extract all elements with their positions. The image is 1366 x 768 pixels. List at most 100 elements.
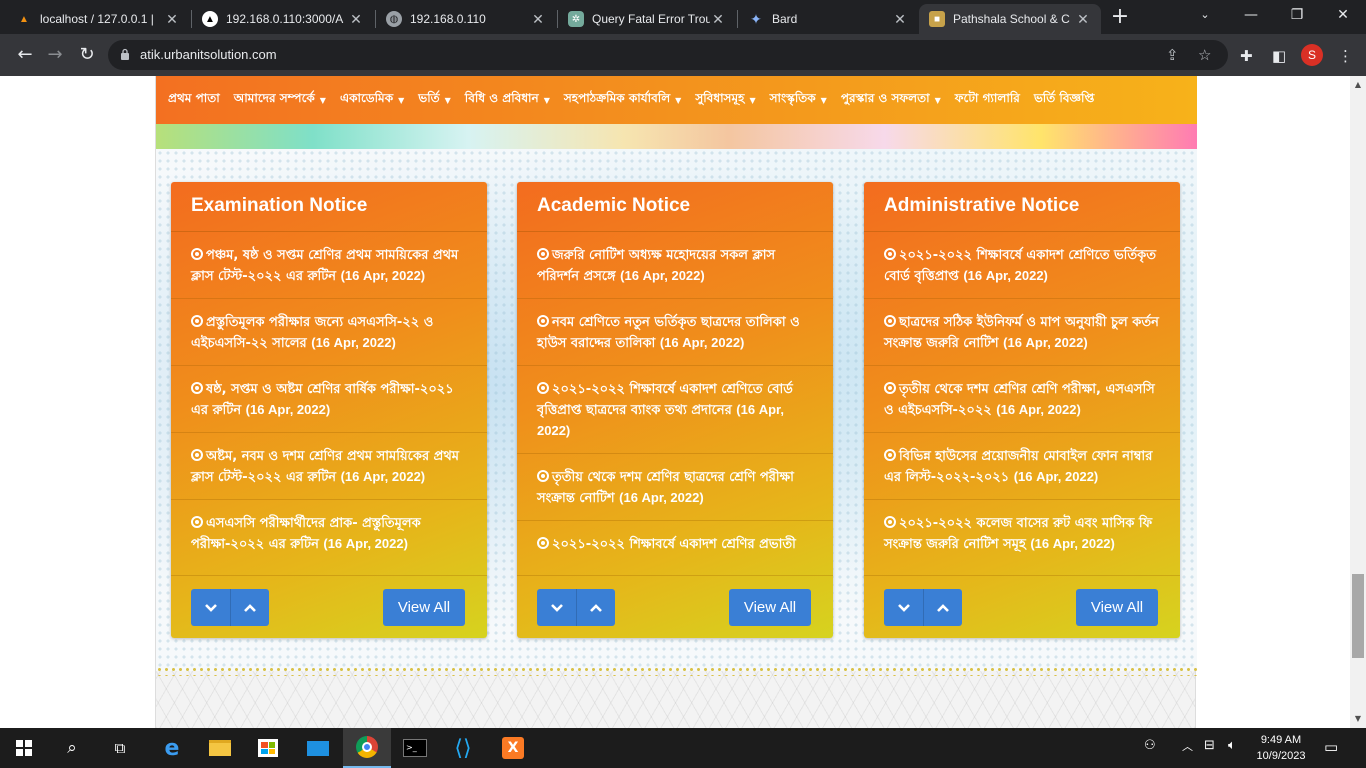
notice-item[interactable]: প্রস্তুতিমূলক পরীক্ষার জন্যে এসএসসি-২২ ও… — [171, 299, 487, 366]
volume-icon[interactable]: 🔈︎ — [1228, 738, 1236, 753]
notice-item[interactable]: ২০২১-২০২২ কলেজ বাসের রুট এবং মাসিক ফি সং… — [864, 500, 1180, 567]
kebab-menu-icon[interactable]: ⋮ — [1338, 47, 1353, 65]
scroll-down-arrow-icon[interactable]: ▼ — [1353, 714, 1363, 724]
tab-close-icon[interactable]: ✕ — [348, 11, 364, 28]
nav-item-admission[interactable]: ভর্তি ▼ — [418, 90, 451, 110]
caret-down-icon: ▼ — [444, 95, 451, 105]
notice-item[interactable]: ২০২১-২০২২ শিক্ষাবর্ষে একাদশ শ্রেণিতে বোর… — [517, 366, 833, 454]
caret-down-icon: ▼ — [319, 95, 326, 105]
close-window-button[interactable]: ✕ — [1320, 0, 1366, 32]
scroll-up-arrow-icon[interactable]: ▲ — [1353, 80, 1363, 90]
nav-item-co-curricular[interactable]: সহপাঠক্রমিক কার্যাবলি ▼ — [564, 90, 681, 110]
nav-item-academic[interactable]: একাডেমিক ▼ — [340, 90, 404, 110]
notice-item[interactable]: ২০২১-২০২২ শিক্ষাবর্ষে একাদশ শ্রেণির প্রভ… — [517, 521, 833, 575]
nav-item-awards[interactable]: পুরস্কার ও সফলতা ▼ — [841, 90, 941, 110]
extensions-puzzle-icon[interactable]: ✚ — [1240, 47, 1253, 65]
chrome-icon[interactable] — [343, 728, 391, 768]
windows-start-icon[interactable] — [0, 728, 48, 768]
nav-item-photo-gallery[interactable]: ফটো গ্যালারি — [955, 90, 1020, 110]
notice-item[interactable]: এসএসসি পরীক্ষার্থীদের প্রাক- প্রস্তুতিমূ… — [171, 500, 487, 567]
view-all-button[interactable]: View All — [1076, 589, 1158, 626]
notification-icon[interactable]: ▭ — [1324, 738, 1338, 756]
notice-item[interactable]: তৃতীয় থেকে দশম শ্রেণির শ্রেণি পরীক্ষা, … — [864, 366, 1180, 433]
share-icon[interactable]: ⇪ — [1166, 46, 1179, 64]
nav-item-facilities[interactable]: সুবিধাসমূহ ▼ — [695, 90, 755, 110]
browser-tab[interactable]: ▲ localhost / 127.0.0.1 | ✕ — [6, 4, 190, 34]
browser-tab[interactable]: ◍ 192.168.0.110 ✕ — [376, 4, 556, 34]
bullet-circle-icon — [537, 537, 549, 549]
openai-icon: ✲ — [568, 11, 584, 27]
mail-icon[interactable] — [294, 728, 342, 768]
tab-close-icon[interactable]: ✕ — [164, 11, 180, 28]
caret-down-icon: ▼ — [398, 95, 405, 105]
xampp-icon[interactable]: X — [489, 728, 537, 768]
bullet-circle-icon — [884, 382, 896, 394]
view-all-button[interactable]: View All — [729, 589, 811, 626]
tab-close-icon[interactable]: ✕ — [530, 11, 546, 28]
notice-item[interactable]: জরুরি নোটিশ অধ্যক্ষ মহোদয়ের সকল ক্লাস প… — [517, 232, 833, 299]
notice-item[interactable]: পঞ্চম, ষষ্ঠ ও সপ্তম শ্রেণির প্রথম সাময়ি… — [171, 232, 487, 299]
file-explorer-icon[interactable] — [196, 728, 244, 768]
nav-item-admission-notice[interactable]: ভর্তি বিজ্ঞপ্তি — [1034, 90, 1094, 110]
side-panel-icon[interactable]: ◧ — [1272, 47, 1286, 65]
back-arrow-icon[interactable]: ← — [12, 42, 38, 68]
nav-item-about[interactable]: আমাদের সম্পর্কে ▼ — [234, 90, 326, 110]
notice-item[interactable]: বিভিন্ন হাউসের প্রয়োজনীয় মোবাইল ফোন না… — [864, 433, 1180, 500]
scrollbar-thumb[interactable] — [1352, 574, 1364, 658]
tab-close-icon[interactable]: ✕ — [1075, 11, 1091, 28]
forward-arrow-icon[interactable]: → — [42, 42, 68, 68]
chevron-up-icon[interactable]: ︿ — [1182, 738, 1193, 754]
lock-icon — [121, 48, 129, 60]
notice-item[interactable]: অষ্টম, নবম ও দশম শ্রেণির প্রথম সাময়িকের… — [171, 433, 487, 500]
minimize-button[interactable]: — — [1228, 0, 1274, 32]
bullet-circle-icon — [537, 248, 549, 260]
nav-item-rules[interactable]: বিধি ও প্রবিধান ▼ — [465, 90, 550, 110]
network-icon[interactable]: ⊟ — [1204, 738, 1215, 753]
nav-item-home[interactable]: প্রথম পাতা — [168, 90, 220, 110]
scroll-up-button[interactable] — [923, 589, 962, 626]
scroll-up-button[interactable] — [576, 589, 615, 626]
tab-close-icon[interactable]: ✕ — [892, 11, 908, 28]
bullet-circle-icon — [191, 315, 203, 327]
profile-avatar[interactable]: S — [1301, 44, 1323, 66]
reload-icon[interactable]: ↻ — [74, 42, 100, 68]
search-icon[interactable]: ⌕ — [48, 728, 96, 768]
notice-item[interactable]: তৃতীয় থেকে দশম শ্রেণির ছাত্রদের শ্রেণি … — [517, 454, 833, 521]
tab-search-chevron-icon[interactable]: ⌄ — [1182, 0, 1228, 32]
scroll-down-button[interactable] — [537, 589, 576, 626]
notice-item[interactable]: ছাত্রদের সঠিক ইউনিফর্ম ও মাপ অনুযায়ী চু… — [864, 299, 1180, 366]
notice-item[interactable]: ষষ্ঠ, সপ্তম ও অষ্টম শ্রেণির বার্ষিক পরীক… — [171, 366, 487, 433]
browser-tab-active[interactable]: ■ Pathshala School & C ✕ — [919, 4, 1101, 34]
page-scrollbar[interactable]: ▲ ▼ — [1350, 76, 1366, 728]
new-tab-button[interactable]: + — [1108, 4, 1132, 30]
tab-close-icon[interactable]: ✕ — [710, 11, 726, 28]
bullet-circle-icon — [537, 470, 549, 482]
address-bar[interactable]: atik.urbanitsolution.com ⇪ ☆ — [108, 40, 1228, 70]
tab-title: Query Fatal Error Trou — [592, 12, 710, 26]
caret-down-icon: ▼ — [820, 95, 827, 105]
maximize-button[interactable]: ❐ — [1274, 0, 1320, 32]
system-clock[interactable]: 9:49 AM 10/9/2023 — [1250, 732, 1312, 764]
browser-tab[interactable]: ✲ Query Fatal Error Trou ✕ — [558, 4, 736, 34]
decorative-dots — [156, 666, 1197, 676]
task-view-icon[interactable]: ⧉ — [96, 728, 144, 768]
bullet-circle-icon — [884, 449, 896, 461]
nav-item-cultural[interactable]: সাংস্কৃতিক ▼ — [770, 90, 827, 110]
terminal-icon[interactable]: >_ — [391, 728, 439, 768]
scroll-down-button[interactable] — [191, 589, 230, 626]
scroll-down-button[interactable] — [884, 589, 923, 626]
notice-item[interactable]: নবম শ্রেণিতে নতুন ভর্তিকৃত ছাত্রদের তালি… — [517, 299, 833, 366]
bookmark-star-icon[interactable]: ☆ — [1198, 46, 1211, 64]
address-url: atik.urbanitsolution.com — [140, 47, 277, 62]
chevron-up-icon — [244, 603, 256, 612]
notice-item[interactable]: ২০২১-২০২২ শিক্ষাবর্ষে একাদশ শ্রেণিতে ভর্… — [864, 232, 1180, 299]
vscode-icon[interactable]: ⟨⟩ — [439, 728, 487, 768]
edge-icon[interactable]: e — [148, 728, 196, 768]
scroll-up-button[interactable] — [230, 589, 269, 626]
card-title: Academic Notice — [537, 195, 691, 216]
view-all-button[interactable]: View All — [383, 589, 465, 626]
store-icon[interactable] — [244, 728, 292, 768]
browser-tab[interactable]: ✦ Bard ✕ — [738, 4, 918, 34]
people-icon[interactable]: ⚇ — [1144, 738, 1156, 753]
browser-tab[interactable]: ▲ 192.168.0.110:3000/A ✕ — [192, 4, 374, 34]
